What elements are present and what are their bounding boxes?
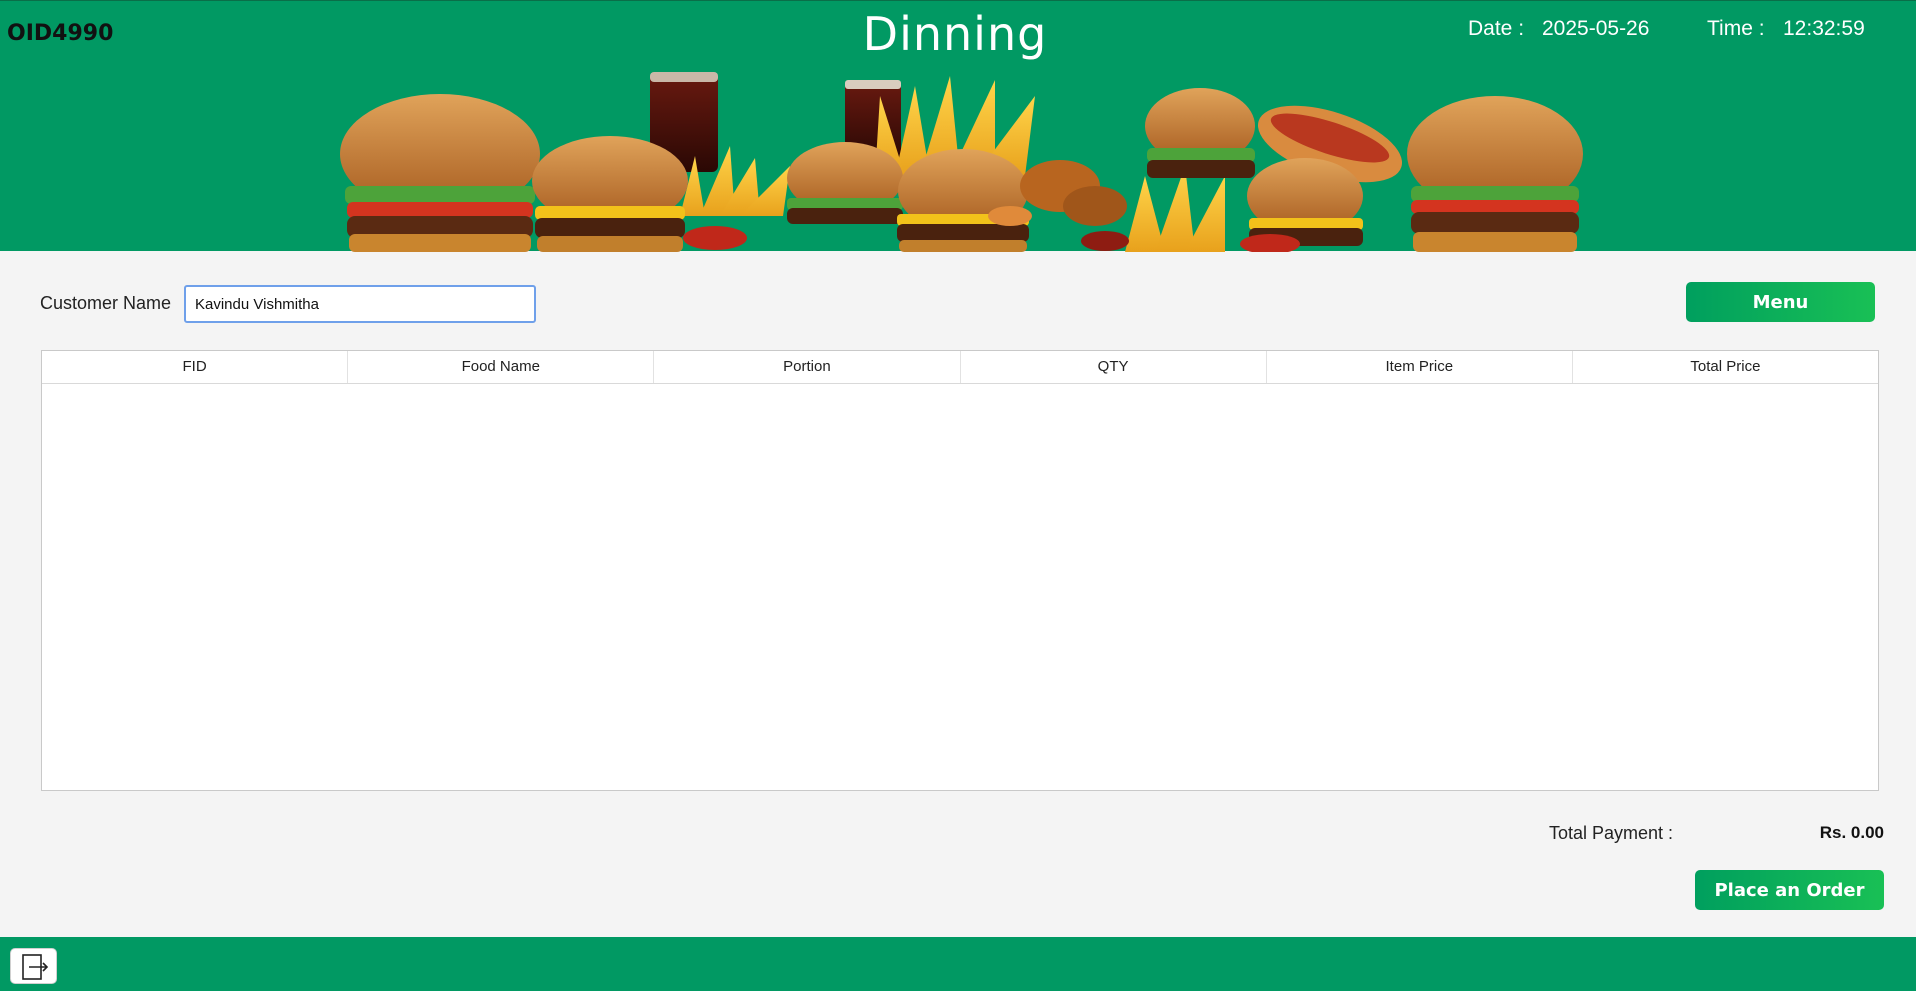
customer-name-label: Customer Name [40,293,172,313]
food-banner-image [340,72,1583,252]
date-value: 2025-05-26 [1542,17,1650,40]
order-items-table[interactable]: FID Food Name Portion QTY Item Price Tot… [41,350,1879,791]
burger-5 [1145,88,1255,178]
menu-button[interactable]: Menu [1686,282,1875,322]
burger-1 [340,94,540,252]
burger-7 [1407,96,1583,252]
footer-bar [0,937,1916,991]
column-header-food-name[interactable]: Food Name [348,351,655,383]
date-label: Date : [1468,17,1525,40]
total-payment-label: Total Payment : [1549,823,1674,843]
table-header: FID Food Name Portion QTY Item Price Tot… [42,351,1878,384]
column-header-qty[interactable]: QTY [961,351,1267,383]
customer-name-input[interactable] [184,285,536,323]
burger-6 [1247,158,1363,246]
place-order-button[interactable]: Place an Order [1695,870,1884,910]
column-header-fid[interactable]: FID [42,351,349,383]
burger-4 [897,149,1029,252]
total-payment-value: Rs. 0.00 [1819,823,1884,842]
time-label: Time : [1707,17,1765,40]
burger-3 [787,142,903,224]
chicken-pieces [1020,160,1127,226]
fries-right [1125,166,1225,252]
header-bar: OID4990 Dinning Date : 2025-05-26 Time :… [0,0,1916,252]
column-header-portion[interactable]: Portion [654,351,961,383]
logout-button[interactable] [10,948,57,984]
burger-2 [532,136,688,252]
column-header-total-price[interactable]: Total Price [1573,351,1878,383]
order-id: OID4990 [7,21,114,46]
logout-icon [22,954,49,980]
time-value: 12:32:59 [1783,17,1865,40]
column-header-item-price[interactable]: Item Price [1267,351,1573,383]
page-title: Dinning [862,7,1048,61]
